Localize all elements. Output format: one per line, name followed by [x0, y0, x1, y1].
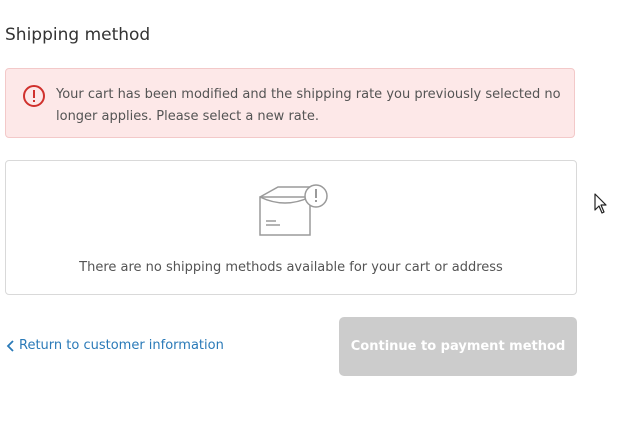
chevron-left-icon: [6, 339, 14, 352]
empty-state-message: There are no shipping methods available …: [79, 260, 503, 275]
error-alert: Your cart has been modified and the ship…: [5, 68, 575, 138]
shipping-method-page: Shipping method Your cart has been modif…: [0, 0, 628, 428]
mouse-pointer-icon: [594, 193, 607, 214]
return-to-customer-information-link[interactable]: Return to customer information: [6, 338, 224, 353]
continue-to-payment-method-button[interactable]: Continue to payment method: [339, 317, 577, 376]
shipping-methods-panel: There are no shipping methods available …: [5, 160, 577, 295]
package-alert-icon: [259, 184, 328, 236]
return-link-label: Return to customer information: [19, 338, 224, 353]
alert-circle-icon: [23, 85, 45, 107]
page-title: Shipping method: [5, 25, 151, 45]
alert-message: Your cart has been modified and the ship…: [56, 87, 561, 124]
